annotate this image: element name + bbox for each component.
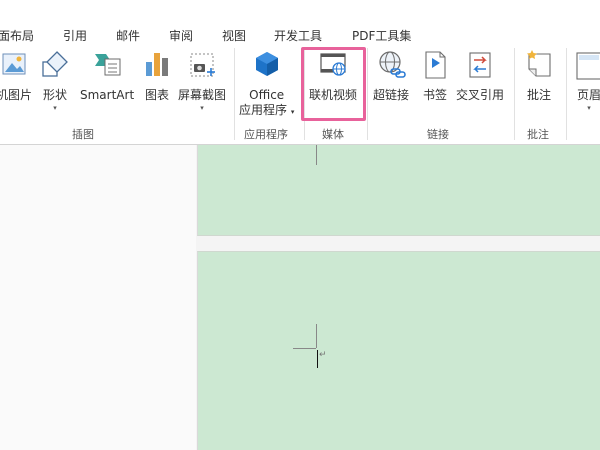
bookmark-label: 书签 <box>422 88 447 102</box>
group-label-apps: 应用程序 <box>244 128 288 141</box>
crop-mark <box>316 324 317 348</box>
text-cursor <box>317 350 318 368</box>
cross-reference-label: 交叉引用 <box>456 88 505 102</box>
group-separator <box>514 48 515 140</box>
header-button[interactable]: 页眉 ▾ <box>574 48 600 112</box>
hyperlink-button[interactable]: 超链接 <box>373 48 409 103</box>
header-dropdown-icon: ▾ <box>587 104 591 112</box>
tab-developer[interactable]: 开发工具 <box>274 29 322 43</box>
group-label-illustrations: 插图 <box>72 128 94 141</box>
smartart-icon <box>92 48 122 82</box>
hyperlink-label: 超链接 <box>373 88 410 102</box>
office-apps-icon <box>252 48 282 82</box>
shapes-icon <box>40 48 70 82</box>
screenshot-button[interactable]: 屏幕截图 ▾ <box>178 48 226 112</box>
document-page-1[interactable] <box>197 145 600 236</box>
bookmark-button[interactable]: 书签 <box>420 48 450 103</box>
document-area: ↵ <box>0 145 600 450</box>
smartart-button[interactable]: SmartArt <box>80 48 134 103</box>
smartart-label: SmartArt <box>80 88 135 102</box>
screenshot-icon <box>187 48 217 82</box>
tab-pdf-tools[interactable]: PDF工具集 <box>352 29 411 43</box>
online-pictures-button[interactable]: 机图片 <box>0 48 32 103</box>
group-separator <box>566 48 567 140</box>
shapes-button[interactable]: 形状 ▾ <box>40 48 70 112</box>
group-separator <box>367 48 368 140</box>
comment-button[interactable]: 批注 <box>524 48 554 103</box>
office-apps-button[interactable]: Office 应用程序 ▾ <box>239 48 294 120</box>
shapes-label: 形状 <box>42 88 67 102</box>
header-icon <box>574 48 600 82</box>
tab-view[interactable]: 视图 <box>222 29 246 43</box>
online-pictures-label: 机图片 <box>0 88 33 102</box>
chart-label: 图表 <box>144 88 169 102</box>
tab-references[interactable]: 引用 <box>63 29 87 43</box>
office-apps-label-line2: 应用程序 ▾ <box>239 103 294 120</box>
group-label-comments: 批注 <box>527 128 549 141</box>
office-apps-dropdown-icon: ▾ <box>290 108 295 116</box>
shapes-dropdown-icon: ▾ <box>53 104 57 112</box>
navigation-pane-blank <box>0 145 196 450</box>
comment-icon <box>524 48 554 82</box>
tab-review[interactable]: 审阅 <box>169 29 193 43</box>
group-label-media: 媒体 <box>322 128 344 141</box>
crop-mark <box>293 348 316 349</box>
ribbon-tab-bar: 面布局 引用 邮件 审阅 视图 开发工具 PDF工具集 <box>0 0 600 43</box>
cross-reference-icon <box>465 48 495 82</box>
chart-button[interactable]: 图表 <box>142 48 172 103</box>
group-label-links: 链接 <box>427 128 449 141</box>
group-separator <box>234 48 235 140</box>
screenshot-label: 屏幕截图 <box>178 88 227 102</box>
chart-icon <box>142 48 172 82</box>
hyperlink-icon <box>376 48 406 82</box>
ribbon: 机图片 形状 ▾ SmartArt 图表 屏幕截图 ▾ 插图 Office 应用… <box>0 42 600 145</box>
crop-mark <box>316 145 317 165</box>
comment-label: 批注 <box>526 88 551 102</box>
paragraph-mark-icon: ↵ <box>319 350 327 360</box>
tab-mailings[interactable]: 邮件 <box>116 29 140 43</box>
header-label: 页眉 <box>576 88 600 102</box>
bookmark-icon <box>420 48 450 82</box>
screenshot-dropdown-icon: ▾ <box>200 104 204 112</box>
office-apps-label-text: 应用程序 <box>239 103 288 117</box>
document-page-2[interactable]: ↵ <box>197 251 600 450</box>
online-video-highlight <box>301 47 366 121</box>
cross-reference-button[interactable]: 交叉引用 <box>456 48 504 103</box>
tab-page-layout[interactable]: 面布局 <box>0 29 34 43</box>
office-apps-label: Office <box>249 88 285 102</box>
online-picture-icon <box>0 48 29 82</box>
